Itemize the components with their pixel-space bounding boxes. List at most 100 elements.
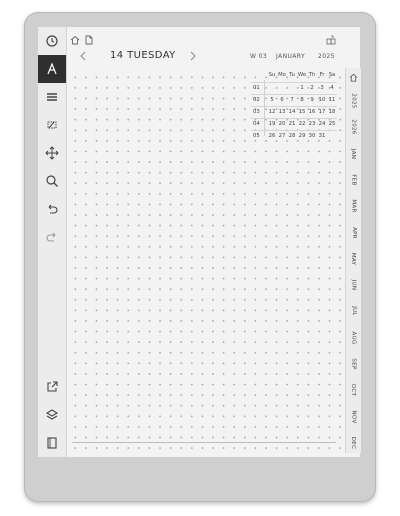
index-tab-may[interactable]: MAY	[346, 246, 361, 272]
index-tab-label: OCT	[350, 384, 357, 397]
index-tab-jun[interactable]: JUN	[346, 272, 361, 298]
date-header: 14 TUESDAY W 03 JANUARY 2025	[66, 46, 344, 66]
calendar-day[interactable]: 12	[267, 109, 277, 115]
calendar-day[interactable]: 13	[277, 109, 287, 115]
weekday-label: Fr	[319, 72, 325, 78]
month-label[interactable]: JANUARY	[276, 53, 305, 60]
calendar-day[interactable]: 25	[327, 121, 337, 127]
index-tab-aug[interactable]: AUG	[346, 325, 361, 351]
week-number[interactable]: 01	[253, 85, 263, 91]
index-tab-2026[interactable]: 2026	[346, 114, 361, 140]
calendar-day[interactable]: 15	[297, 109, 307, 115]
calendar-day[interactable]: 22	[297, 121, 307, 127]
index-home-icon[interactable]	[346, 68, 361, 86]
previous-day-chevron-icon[interactable]	[78, 50, 88, 62]
clock-icon[interactable]	[38, 27, 66, 55]
index-tab-label: JUL	[350, 306, 357, 317]
weekday-label: We	[297, 72, 307, 78]
index-tab-dec[interactable]: DEC	[346, 430, 361, 456]
index-tab-label: 2025	[350, 93, 357, 109]
index-tab-label: JUN	[350, 279, 357, 291]
calendar-day[interactable]: 18	[327, 109, 337, 115]
index-tab-jul[interactable]: JUL	[346, 298, 361, 324]
undo-icon[interactable]	[38, 195, 66, 223]
index-tab-label: APR	[350, 226, 357, 239]
calendar-day[interactable]: 3	[317, 85, 327, 91]
page-layout-icon[interactable]	[326, 30, 336, 45]
index-tab-label: 2026	[350, 119, 357, 135]
home-icon[interactable]	[70, 30, 80, 45]
calendar-day[interactable]: 31	[317, 133, 327, 139]
index-tab-2025[interactable]: 2025	[346, 88, 361, 114]
index-tab-label: AUG	[350, 331, 357, 345]
calendar-day[interactable]: 16	[307, 109, 317, 115]
calendar-day[interactable]: 26	[267, 133, 277, 139]
index-tab-label: FEB	[350, 174, 357, 186]
index-tab-label: MAY	[350, 252, 357, 265]
menu-lines-icon[interactable]	[38, 83, 66, 111]
calendar-day[interactable]: 14	[287, 109, 297, 115]
redo-icon[interactable]	[38, 223, 66, 251]
calendar-day[interactable]: 5	[267, 97, 277, 103]
calendar-day[interactable]: 28	[287, 133, 297, 139]
bottom-divider	[72, 442, 336, 443]
week-number[interactable]: 03	[253, 109, 263, 115]
week-label[interactable]: W 03	[250, 53, 267, 60]
move-icon[interactable]	[38, 139, 66, 167]
calendar-row-line	[251, 82, 337, 83]
index-tab-feb[interactable]: FEB	[346, 167, 361, 193]
index-tab-oct[interactable]: OCT	[346, 377, 361, 403]
calendar-day[interactable]: 27	[277, 133, 287, 139]
calendar-day[interactable]: 24	[317, 121, 327, 127]
calendar-day[interactable]: 6	[277, 97, 287, 103]
index-tab-apr[interactable]: APR	[346, 220, 361, 246]
calendar-day[interactable]: 9	[307, 97, 317, 103]
calendar-row-line	[251, 106, 337, 107]
weekday-label: Su	[268, 72, 276, 78]
calendar-day[interactable]: 23	[307, 121, 317, 127]
share-icon[interactable]	[38, 373, 66, 401]
calendar-row-line	[251, 94, 337, 95]
index-tab-jan[interactable]: JAN	[346, 141, 361, 167]
document-icon[interactable]	[84, 30, 94, 45]
calendar-day[interactable]: 30	[307, 133, 317, 139]
index-tab-label: SEP	[350, 358, 357, 370]
eraser-icon[interactable]	[38, 111, 66, 139]
calendar-day[interactable]: 17	[317, 109, 327, 115]
pen-icon[interactable]	[38, 55, 66, 83]
calendar-day[interactable]: 19	[267, 121, 277, 127]
calendar-day[interactable]: 8	[297, 97, 307, 103]
calendar-day[interactable]: 10	[317, 97, 327, 103]
calendar-day[interactable]: 21	[287, 121, 297, 127]
week-number[interactable]: 02	[253, 97, 263, 103]
mini-calendar: Su Mo Tu We Th Fr Sa 01 1 2 3 4 02 5 6 7 8 9 10 11 03 12 13 14 1…	[251, 70, 337, 146]
index-tab-label: NOV	[350, 410, 357, 424]
index-tab-sep[interactable]: SEP	[346, 351, 361, 377]
index-tab-nov[interactable]: NOV	[346, 404, 361, 430]
weekday-label: Mo	[278, 72, 286, 78]
week-number[interactable]: 04	[253, 121, 263, 127]
calendar-day[interactable]: 20	[277, 121, 287, 127]
index-tab-mar[interactable]: MAR	[346, 193, 361, 219]
week-number[interactable]: 05	[253, 133, 263, 139]
weekday-label: Th	[308, 72, 316, 78]
left-toolbar	[38, 27, 67, 457]
layers-icon[interactable]	[38, 401, 66, 429]
calendar-day[interactable]: 7	[287, 97, 297, 103]
weekday-label: Tu	[289, 72, 295, 78]
calendar-row-line	[251, 118, 337, 119]
next-day-chevron-icon[interactable]	[188, 50, 198, 62]
year-label[interactable]: 2025	[318, 53, 335, 60]
calendar-day[interactable]: 29	[297, 133, 307, 139]
right-index-bar: 2025 2026 JAN FEB MAR APR MAY JUN JUL AUG SEP OCT NO…	[345, 68, 361, 453]
calendar-day[interactable]: 11	[327, 97, 337, 103]
index-tab-label: MAR	[350, 199, 357, 213]
weekday-label: Sa	[328, 72, 336, 78]
page-icon[interactable]	[38, 429, 66, 457]
date-title: 14 TUESDAY	[110, 50, 176, 61]
index-tab-label: JAN	[350, 148, 357, 159]
calendar-day[interactable]: 4	[327, 85, 337, 91]
zoom-icon[interactable]	[38, 167, 66, 195]
calendar-day[interactable]: 2	[307, 85, 317, 91]
calendar-day[interactable]: 1	[297, 85, 307, 91]
